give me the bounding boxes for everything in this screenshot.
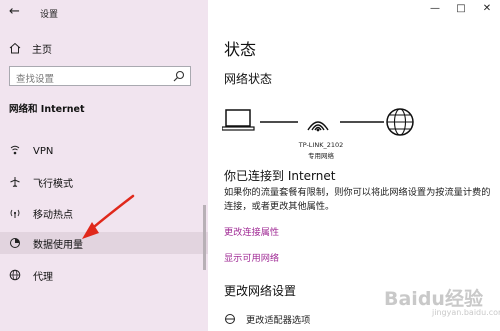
page-title: 状态	[224, 40, 257, 59]
watermark-subtext: jingyan.baidu.com	[432, 308, 500, 317]
window-controls: — □ ✕	[422, 0, 500, 16]
sidebar-item-label: 代理	[33, 271, 53, 283]
sidebar-titlebar: ← 设置	[0, 0, 208, 28]
network-status-heading: 网络状态	[224, 72, 273, 86]
laptop-icon	[222, 109, 255, 131]
sidebar-item-vpn[interactable]: VPN	[0, 140, 208, 162]
sidebar-item-airplane[interactable]: 飞行模式	[0, 171, 208, 193]
sidebar-item-label: 数据使用量	[33, 239, 83, 251]
watermark-logo: Baidu经验 jingyan.baidu.com	[380, 282, 500, 331]
wifi-icon	[307, 121, 329, 132]
adapter-icon	[225, 314, 235, 324]
app-title: 设置	[40, 10, 59, 20]
sidebar-item-label: VPN	[33, 145, 54, 157]
sidebar-item-hotspot[interactable]: 移动热点	[0, 202, 208, 224]
home-icon	[9, 42, 21, 54]
change-settings-heading: 更改网络设置	[224, 284, 297, 298]
search-input[interactable]: 查找设置	[9, 66, 191, 86]
network-type: 专用网络	[308, 152, 334, 160]
network-ssid: TP-LINK_2102	[298, 141, 344, 149]
sidebar-item-proxy[interactable]: 代理	[0, 264, 208, 286]
airplane-icon	[9, 176, 21, 188]
connection-description: 如果你的流量套餐有限制，则你可以将此网络设置为按流量计费的连接，或者更改其他属性…	[224, 187, 491, 212]
connected-heading: 你已连接到 Internet	[224, 169, 336, 183]
settings-window: ← 设置 主页 查找设置 网络和 Internet VPN 飞行模式 移动热点 …	[0, 0, 500, 331]
globe-icon	[9, 269, 21, 281]
sidebar-item-label: 飞行模式	[33, 178, 73, 190]
search-placeholder: 查找设置	[16, 74, 55, 85]
adapter-options-label: 更改适配器选项	[246, 315, 311, 326]
sidebar-scrollbar[interactable]	[203, 205, 206, 270]
adapter-options-item[interactable]: 更改适配器选项	[224, 312, 310, 326]
sidebar-item-label: 主页	[32, 44, 52, 56]
hotspot-icon	[9, 207, 21, 219]
internet-globe-icon	[386, 108, 414, 136]
section-title: 网络和 Internet	[9, 104, 85, 115]
sidebar-item-data-usage[interactable]: 数据使用量	[0, 232, 208, 254]
sidebar-item-label: 移动热点	[33, 209, 73, 221]
minimize-button[interactable]: —	[422, 0, 448, 16]
sidebar-item-home[interactable]: 主页	[9, 41, 52, 56]
back-button[interactable]: ←	[9, 4, 20, 19]
change-connection-properties-link[interactable]: 更改连接属性	[224, 224, 279, 238]
close-button[interactable]: ✕	[474, 0, 500, 16]
vpn-icon	[9, 145, 21, 157]
data-usage-icon	[9, 237, 21, 249]
show-available-networks-link[interactable]: 显示可用网络	[224, 250, 279, 264]
maximize-button[interactable]: □	[448, 0, 474, 16]
sidebar: ← 设置 主页 查找设置 网络和 Internet VPN 飞行模式 移动热点 …	[0, 0, 208, 331]
search-icon[interactable]	[173, 70, 185, 82]
watermark-text: Baidu经验	[384, 288, 483, 310]
